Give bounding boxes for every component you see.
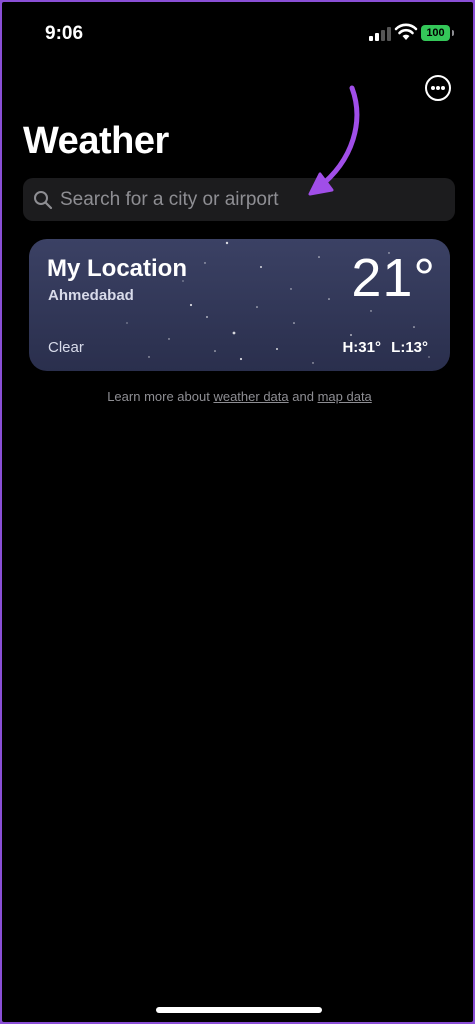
location-card[interactable]: My Location Ahmedabad 21° Clear H:31° L:… — [29, 239, 450, 371]
weather-condition: Clear — [48, 339, 84, 356]
battery-icon: 100 — [421, 25, 450, 41]
phone-screen: 9:06 100 Weather Search for a city or ai… — [2, 2, 473, 1022]
map-data-link[interactable]: map data — [318, 389, 372, 404]
cellular-signal-icon — [369, 27, 391, 41]
current-temperature: 21° — [351, 248, 436, 308]
search-placeholder: Search for a city or airport — [60, 189, 279, 210]
more-options-button[interactable] — [425, 75, 451, 101]
search-input[interactable]: Search for a city or airport — [23, 178, 455, 221]
high-low-temperature: H:31° L:13° — [336, 339, 428, 356]
status-bar: 9:06 100 — [2, 2, 473, 62]
page-title: Weather — [23, 120, 169, 162]
search-icon — [34, 191, 53, 210]
battery-cap — [452, 30, 454, 36]
wifi-icon — [394, 23, 418, 40]
annotation-arrow-icon — [308, 85, 360, 196]
ellipsis-circle-icon — [431, 86, 435, 90]
high-temperature: H:31° — [342, 339, 381, 356]
location-city: Ahmedabad — [48, 287, 134, 304]
location-name: My Location — [47, 255, 188, 282]
low-temperature: L:13° — [391, 339, 428, 356]
data-attribution-note: Learn more about weather data and map da… — [107, 389, 372, 404]
weather-data-link[interactable]: weather data — [213, 389, 288, 404]
home-indicator[interactable] — [156, 1007, 322, 1013]
status-time: 9:06 — [45, 23, 84, 44]
